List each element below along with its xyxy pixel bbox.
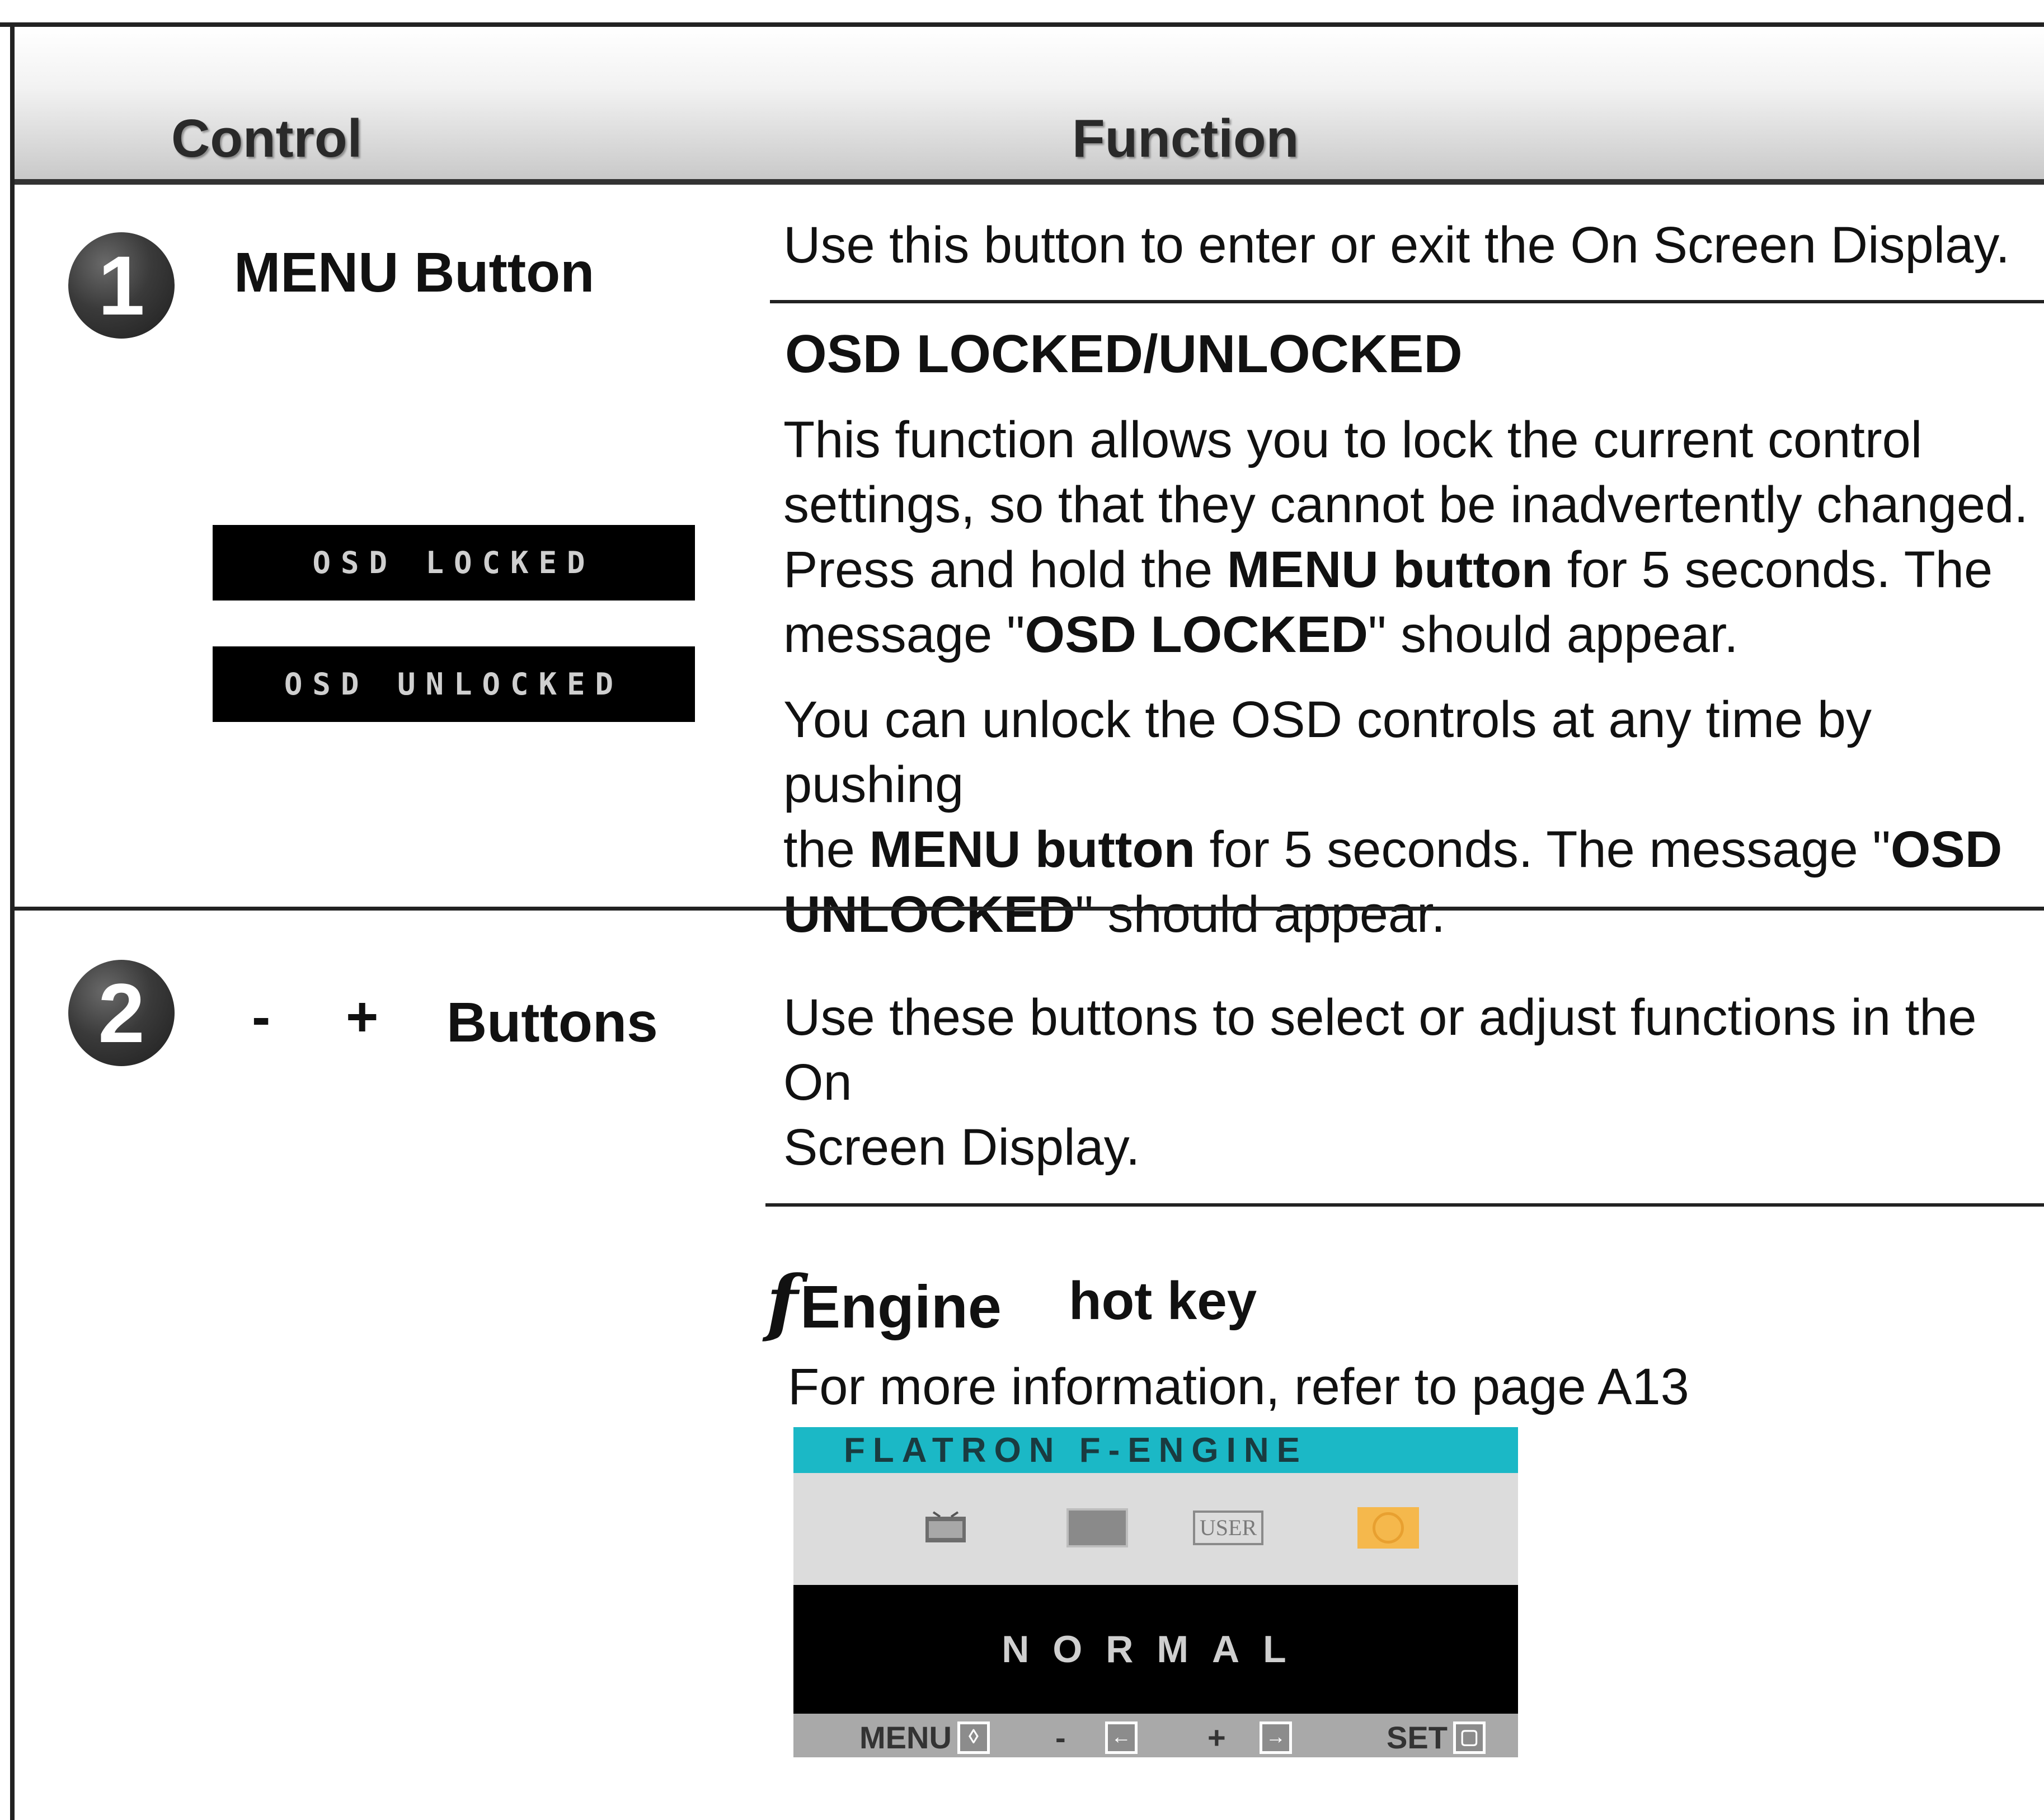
osd-plus-key: + → xyxy=(1207,1719,1292,1756)
f-engine-mark: f xyxy=(767,1259,798,1345)
movie-icon xyxy=(918,1507,974,1549)
right-arrow-icon: → xyxy=(1259,1721,1292,1754)
f-engine-logo: f Engine xyxy=(767,1259,1002,1345)
text-line: message "OSD LOCKED" should appear. xyxy=(783,606,1738,663)
osd-minus-key: - ← xyxy=(1055,1719,1138,1756)
function-column-header: Function xyxy=(1072,109,1299,168)
osd-plus-label: + xyxy=(1207,1720,1226,1755)
minus-symbol: - xyxy=(252,986,271,1048)
text-line: UNLOCKED" should appear. xyxy=(783,886,1446,943)
row-separator xyxy=(15,907,2044,911)
osd-set-label: SET xyxy=(1387,1720,1448,1755)
menu-button-label: MENU Button xyxy=(234,241,595,304)
osd-control-bar: MENU ◊ - ← + → SET ▢ xyxy=(793,1714,1518,1757)
movie-icon-glyph xyxy=(925,1511,966,1542)
menu-button-description: Use this button to enter or exit the On … xyxy=(783,217,2010,274)
osd-lock-paragraph: This function allows you to lock the cur… xyxy=(783,407,2042,667)
osd-mode-label: NORMAL xyxy=(1002,1628,1310,1671)
osd-title: FLATRON F-ENGINE xyxy=(844,1431,1308,1470)
f-engine-word: Engine xyxy=(800,1273,1002,1340)
normal-icon xyxy=(1357,1507,1419,1549)
row-number-badge: 2 xyxy=(68,960,175,1066)
osd-lock-heading: OSD LOCKED/UNLOCKED xyxy=(785,324,1463,384)
text-icon xyxy=(1066,1507,1128,1549)
text-line: settings, so that they cannot be inadver… xyxy=(783,476,2028,533)
plus-symbol: + xyxy=(346,986,379,1048)
set-key-icon: ▢ xyxy=(1453,1721,1486,1754)
row-divider xyxy=(765,1203,2044,1207)
osd-set-key: SET ▢ xyxy=(1387,1719,1486,1756)
user-icon: USER xyxy=(1192,1507,1265,1549)
f-engine-osd-screen: FLATRON F-ENGINE USER NORMAL MENU ◊ - ← … xyxy=(793,1427,1518,1757)
menu-key-icon: ◊ xyxy=(957,1721,990,1754)
osd-mode-icons: USER xyxy=(793,1473,1518,1585)
buttons-label: Buttons xyxy=(447,991,658,1054)
text-line: This function allows you to lock the cur… xyxy=(783,411,1923,468)
table-top-border xyxy=(0,22,2044,27)
osd-unlocked-badge: OSD UNLOCKED xyxy=(213,646,695,722)
text-line: You can unlock the OSD controls at any t… xyxy=(783,691,1872,813)
text-line: Press and hold the MENU button for 5 sec… xyxy=(783,541,1993,598)
osd-menu-key: MENU ◊ xyxy=(859,1719,990,1756)
text-line: Screen Display. xyxy=(783,1119,1140,1176)
left-arrow-icon: ← xyxy=(1105,1721,1138,1754)
text-line: Use these buttons to select or adjust fu… xyxy=(783,989,1977,1111)
control-column-header: Control xyxy=(171,109,363,168)
osd-minus-label: - xyxy=(1055,1720,1066,1755)
user-label: USER xyxy=(1193,1510,1263,1545)
row-number-badge: 1 xyxy=(68,232,175,339)
text-line: the MENU button for 5 seconds. The messa… xyxy=(783,821,2003,878)
osd-locked-badge: OSD LOCKED xyxy=(213,525,695,601)
hot-key-label: hot key xyxy=(1069,1271,1257,1331)
table-header: Control Function xyxy=(15,27,2044,185)
osd-title-bar: FLATRON F-ENGINE xyxy=(793,1427,1518,1473)
more-info-text: For more information, refer to page A13 xyxy=(788,1358,1689,1415)
osd-menu-label: MENU xyxy=(859,1720,952,1755)
adjust-buttons-description: Use these buttons to select or adjust fu… xyxy=(783,985,2042,1180)
osd-mode-display: NORMAL xyxy=(793,1585,1518,1714)
table-left-border xyxy=(10,22,15,1820)
row-divider xyxy=(770,300,2044,303)
